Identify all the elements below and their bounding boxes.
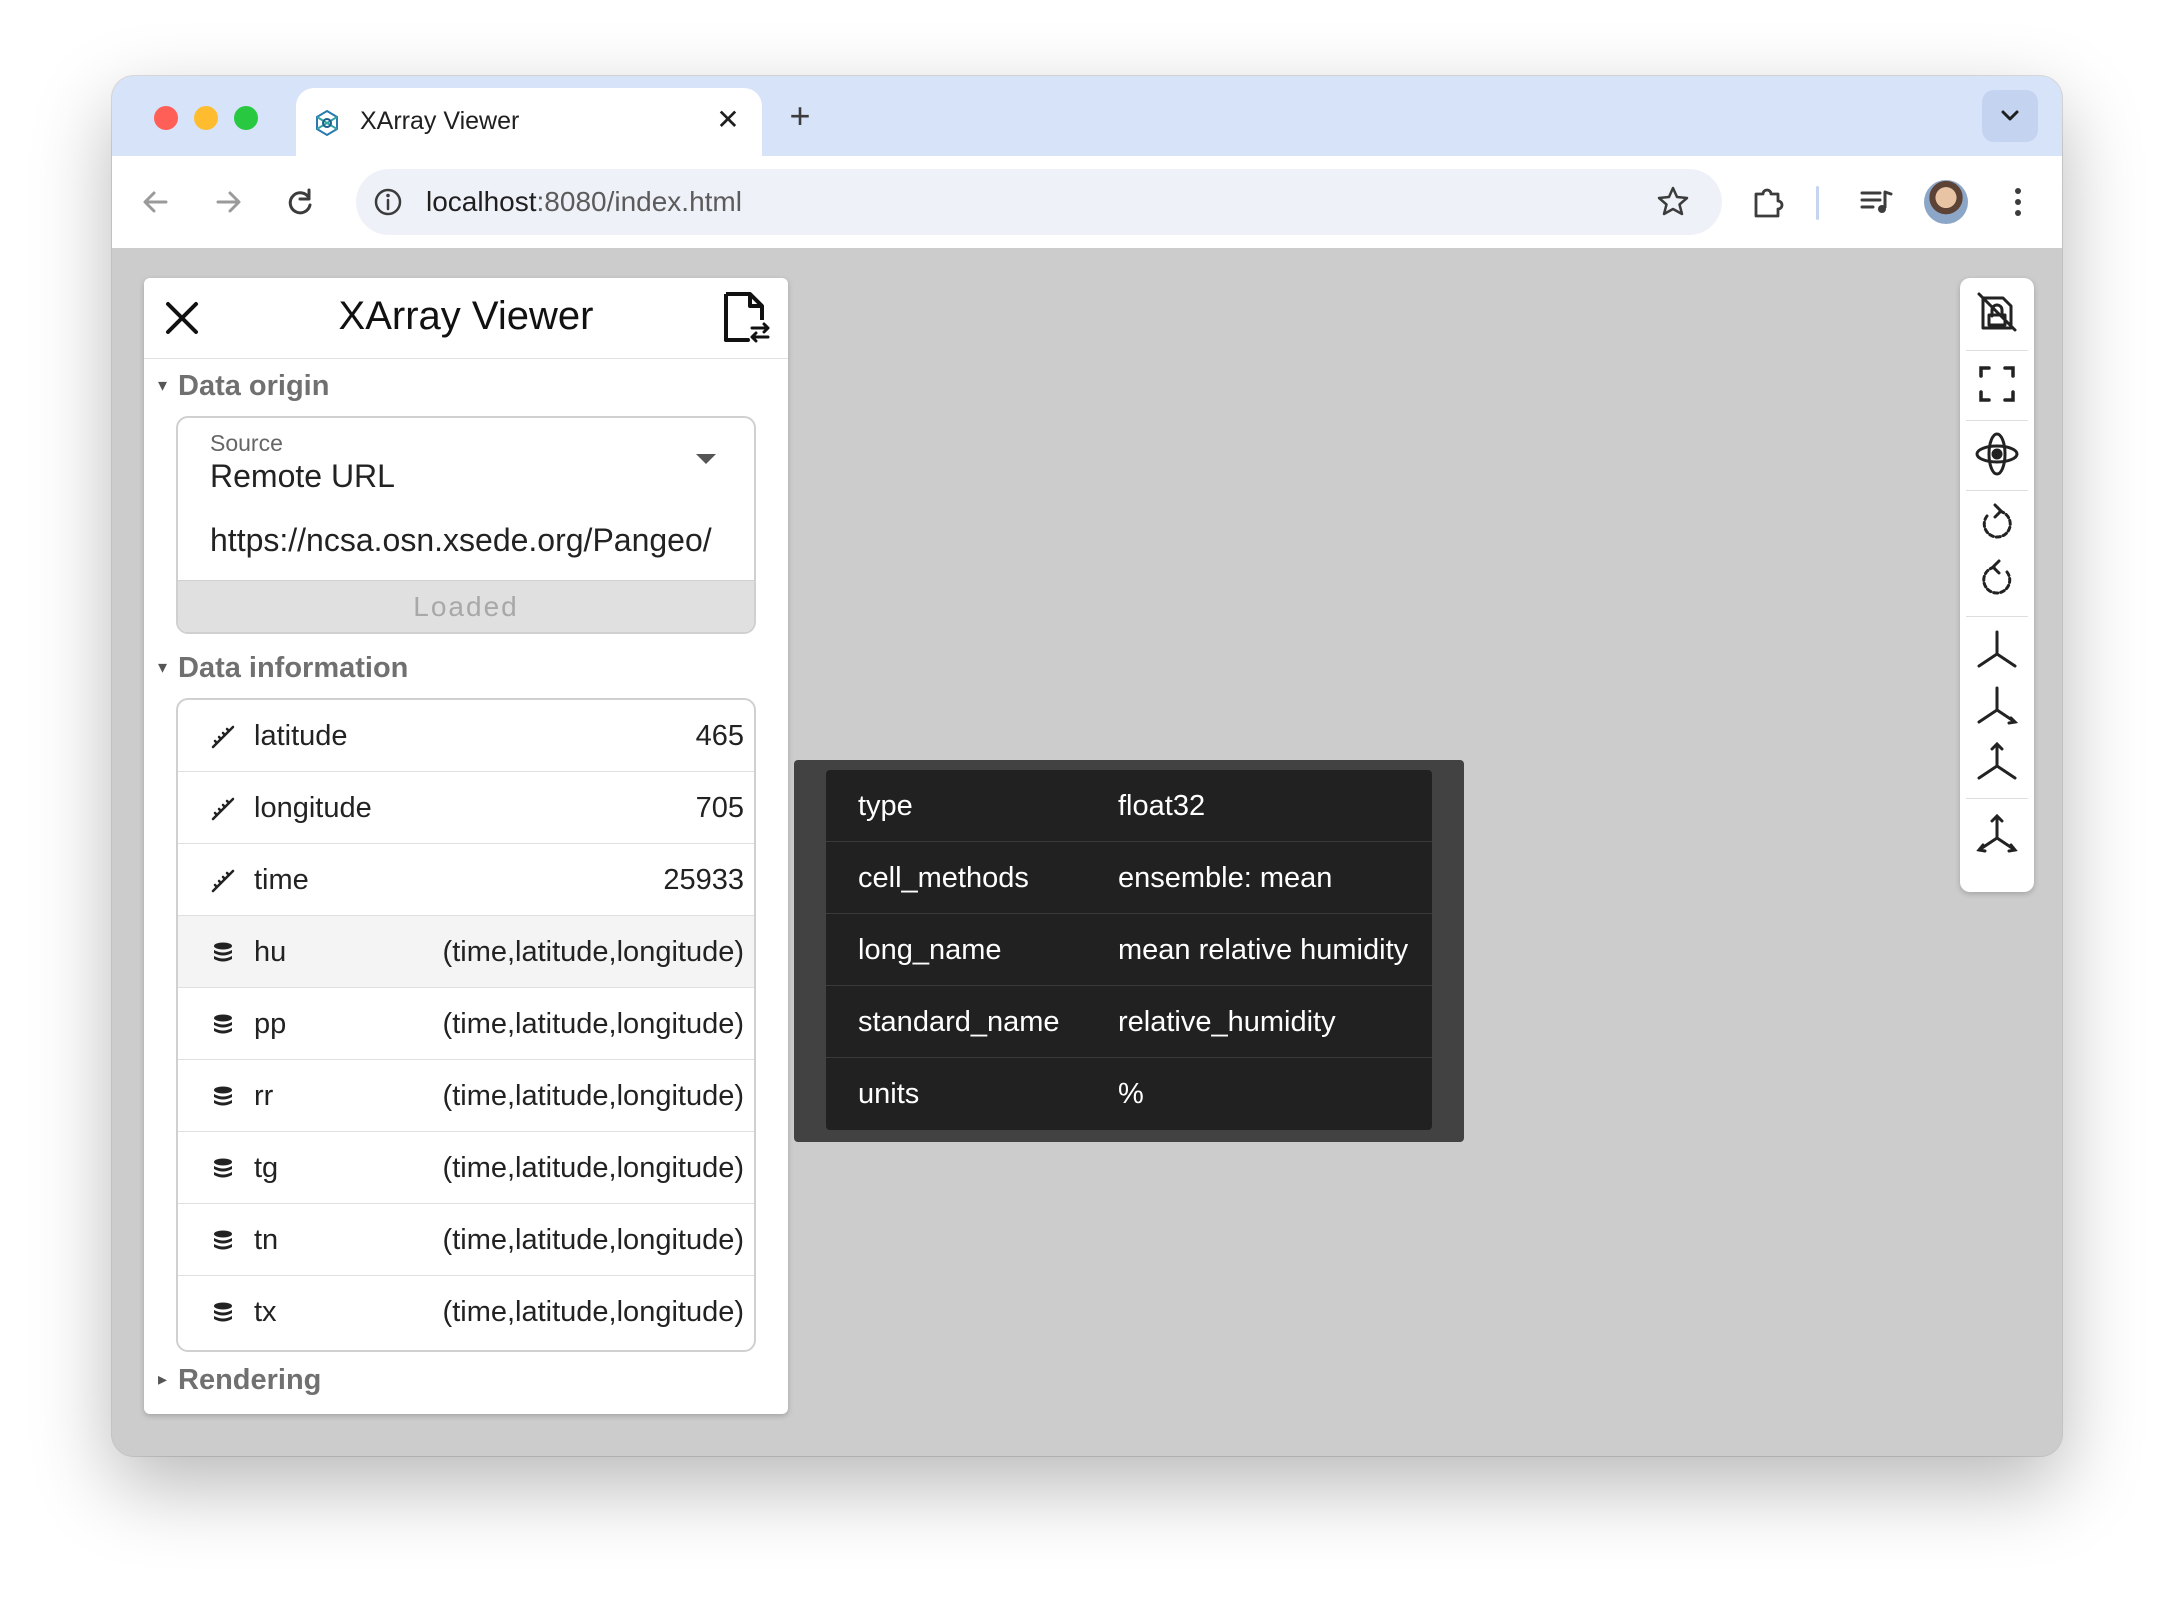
axis-x-icon[interactable]	[1973, 626, 2021, 674]
database-icon	[214, 942, 232, 962]
new-tab-icon[interactable]: +	[780, 96, 820, 136]
list-item-latitude[interactable]: latitude 465	[178, 700, 754, 772]
panel-title: XArray Viewer	[338, 294, 594, 338]
ruler-icon	[211, 797, 235, 821]
page-viewport[interactable]: XArray Viewer ▾ Data origin Source Remote…	[112, 248, 2062, 1456]
variable-attributes-tooltip: type float32 cell_methods ensemble: mean…	[794, 760, 1464, 1142]
rendering-heading[interactable]: ▸ Rendering	[158, 1364, 321, 1397]
tab-bar: XArray Viewer ✕ +	[112, 76, 2062, 156]
axis-y-icon[interactable]	[1973, 682, 2021, 730]
database-icon	[214, 1158, 232, 1178]
toolbar-divider	[1966, 420, 2028, 421]
load-button[interactable]: Loaded	[178, 580, 754, 632]
list-item-longitude[interactable]: longitude 705	[178, 772, 754, 844]
data-origin-form: Source Remote URL Loaded	[176, 416, 756, 634]
tab-search-button[interactable]	[1982, 90, 2038, 142]
list-item-tn[interactable]: tn (time,latitude,longitude)	[178, 1204, 754, 1276]
database-icon	[214, 1086, 232, 1106]
browser-tab[interactable]: XArray Viewer ✕	[296, 88, 762, 156]
close-window-button[interactable]	[154, 106, 178, 130]
rotate-right-icon[interactable]	[1973, 556, 2021, 604]
table-row: long_name mean relative humidity	[826, 914, 1432, 986]
toolbar-divider	[1966, 616, 2028, 617]
rotate-left-icon[interactable]	[1973, 500, 2021, 548]
toolbar-divider	[1816, 186, 1819, 220]
list-item-time[interactable]: time 25933	[178, 844, 754, 916]
fullscreen-icon[interactable]	[1973, 360, 2021, 408]
address-bar[interactable]: localhost:8080/index.html	[356, 169, 1722, 235]
caret-down-icon: ▾	[158, 657, 168, 677]
table-row: units %	[858, 1078, 1144, 1110]
table-row: cell_methods ensemble: mean	[826, 842, 1432, 914]
axis-z-icon[interactable]	[1973, 738, 2021, 786]
database-icon	[214, 1014, 232, 1034]
caret-right-icon: ▸	[158, 1369, 168, 1389]
list-item-pp[interactable]: pp (time,latitude,longitude)	[178, 988, 754, 1060]
database-icon	[214, 1230, 232, 1250]
chevron-down-icon	[2001, 110, 2019, 121]
remote-url-input[interactable]	[178, 500, 754, 580]
view-controls-toolbar	[1960, 278, 2034, 892]
dropdown-arrow-icon	[696, 454, 716, 464]
extensions-puzzle-icon[interactable]	[1746, 180, 1790, 224]
toolbar-divider	[1966, 350, 2028, 351]
maximize-window-button[interactable]	[234, 106, 258, 130]
table-row: standard_name relative_humidity	[826, 986, 1432, 1058]
source-value: Remote URL	[210, 458, 395, 494]
ruler-icon	[211, 725, 235, 749]
data-information-list: latitude 465 longitude 705 time 25933 hu…	[176, 698, 756, 1352]
source-select[interactable]: Source Remote URL	[178, 418, 754, 501]
toolbar-divider	[1966, 798, 2028, 799]
source-label: Source	[210, 430, 283, 456]
list-item-rr[interactable]: rr (time,latitude,longitude)	[178, 1060, 754, 1132]
data-information-heading[interactable]: ▾ Data information	[158, 652, 408, 685]
tab-title: XArray Viewer	[360, 107, 520, 135]
url-text: localhost:8080/index.html	[426, 186, 742, 217]
toolbar-divider	[1966, 490, 2028, 491]
lock-off-icon[interactable]	[1973, 288, 2021, 336]
profile-avatar[interactable]	[1924, 180, 1968, 224]
table-row: type float32	[826, 770, 1432, 842]
browser-menu-icon[interactable]	[1996, 180, 2040, 224]
orbit-icon[interactable]	[1973, 430, 2021, 478]
caret-down-icon: ▾	[158, 375, 168, 395]
list-item-tx[interactable]: tx (time,latitude,longitude)	[178, 1276, 754, 1348]
list-item-hu[interactable]: hu (time,latitude,longitude)	[178, 916, 754, 988]
reload-icon[interactable]	[276, 178, 324, 226]
database-icon	[214, 1302, 232, 1322]
media-controls-icon[interactable]	[1854, 180, 1898, 224]
xarray-logo-icon	[316, 109, 338, 137]
list-item-tg[interactable]: tg (time,latitude,longitude)	[178, 1132, 754, 1204]
tab-close-icon[interactable]: ✕	[710, 102, 746, 138]
file-swap-icon[interactable]	[720, 290, 772, 346]
back-arrow-icon[interactable]	[132, 178, 180, 226]
panel-header: XArray Viewer	[144, 278, 788, 359]
browser-toolbar: localhost:8080/index.html	[112, 156, 2062, 249]
browser-window: XArray Viewer ✕ + localhost:8080/index.h…	[112, 76, 2062, 1456]
forward-arrow-icon[interactable]	[204, 178, 252, 226]
bookmark-star-icon[interactable]	[1654, 183, 1692, 221]
minimize-window-button[interactable]	[194, 106, 218, 130]
xarray-side-panel: XArray Viewer ▾ Data origin Source Remote…	[144, 278, 788, 1414]
data-origin-heading[interactable]: ▾ Data origin	[158, 370, 329, 403]
ruler-icon	[211, 869, 235, 893]
axis-iso-icon[interactable]	[1973, 810, 2021, 858]
attributes-table: type float32 cell_methods ensemble: mean…	[826, 770, 1432, 1130]
site-info-icon[interactable]	[372, 186, 404, 218]
